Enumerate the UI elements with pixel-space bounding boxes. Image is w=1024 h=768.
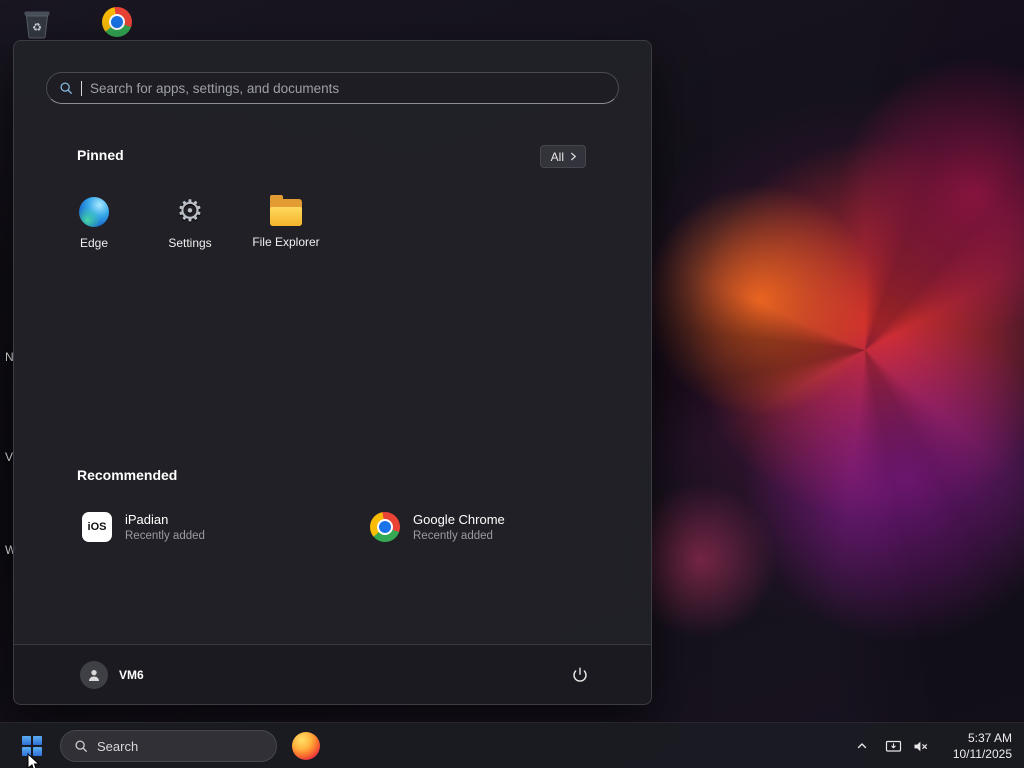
recommended-item-chrome[interactable]: Google Chrome Recently added <box>358 499 646 555</box>
text-caret <box>81 80 82 96</box>
recommended-item-text: Google Chrome Recently added <box>413 512 505 542</box>
recommended-item-text: iPadian Recently added <box>125 512 205 542</box>
recommended-section-title: Recommended <box>77 467 178 483</box>
start-menu-footer: VM6 <box>14 644 651 704</box>
recommended-item-title: iPadian <box>125 512 169 527</box>
screen: ♻ N V W Pinned All Edge <box>0 0 1024 768</box>
clock[interactable]: 5:37 AM 10/11/2025 <box>953 730 1012 762</box>
chrome-icon <box>370 512 400 542</box>
search-icon <box>75 740 87 752</box>
pinned-app-label: Settings <box>168 236 212 250</box>
recycle-bin-glyph: ♻ <box>24 11 50 39</box>
pinned-section-title: Pinned <box>77 147 124 163</box>
pinned-app-label: Edge <box>79 236 109 250</box>
power-button[interactable] <box>560 655 600 695</box>
user-name: VM6 <box>119 668 144 682</box>
desktop-icon-label-fragment: V <box>5 450 14 464</box>
pinned-all-button[interactable]: All <box>539 145 586 168</box>
tray-display-button[interactable] <box>879 732 907 760</box>
pinned-app-file-explorer[interactable]: File Explorer <box>238 187 334 269</box>
volume-muted-icon <box>914 741 927 751</box>
start-menu: Pinned All Edge ⚙ Settings File Explorer <box>13 40 652 705</box>
recommended-item-title: Google Chrome <box>413 512 505 527</box>
display-arrow-icon <box>885 740 901 752</box>
pinned-app-edge[interactable]: Edge <box>46 187 142 269</box>
pinned-app-settings[interactable]: ⚙ Settings <box>142 187 238 269</box>
user-profile-button[interactable]: VM6 <box>72 655 152 695</box>
firefox-taskbar-button[interactable] <box>286 726 326 766</box>
ios-icon: iOS <box>82 512 112 542</box>
chrome-logo-icon <box>102 7 132 37</box>
recommended-item-ipadian[interactable]: iOS iPadian Recently added <box>70 499 358 555</box>
mouse-cursor <box>27 753 41 768</box>
edge-icon <box>79 197 109 227</box>
taskbar-search-box[interactable]: Search <box>60 730 277 762</box>
svg-text:♻: ♻ <box>32 22 42 34</box>
firefox-icon <box>292 732 320 760</box>
pinned-apps-grid: Edge ⚙ Settings File Explorer <box>46 187 334 269</box>
clock-date: 10/11/2025 <box>952 747 1012 761</box>
recommended-item-subtitle: Recently added <box>125 530 205 542</box>
chevron-right-icon <box>571 152 576 161</box>
pinned-app-label: File Explorer <box>252 235 320 249</box>
recycle-bin-icon[interactable]: ♻ <box>22 6 52 40</box>
start-search-input[interactable] <box>90 80 606 96</box>
tray-chevron-button[interactable] <box>848 732 876 760</box>
all-button-label: All <box>550 149 564 164</box>
search-icon <box>60 82 72 94</box>
taskbar: Search 5:37 AM 10/11/2025 <box>0 722 1024 768</box>
person-icon <box>89 670 99 681</box>
gear-icon: ⚙ <box>176 195 204 228</box>
folder-icon <box>270 195 302 226</box>
tray-volume-button[interactable] <box>906 732 934 760</box>
recommended-item-subtitle: Recently added <box>413 530 493 542</box>
clock-time: 5:37 AM <box>967 731 1012 745</box>
taskbar-search-label: Search <box>97 738 139 754</box>
start-search-box[interactable] <box>46 72 619 104</box>
user-avatar <box>80 661 108 689</box>
chevron-up-icon <box>857 743 867 749</box>
power-icon <box>573 667 587 682</box>
chrome-desktop-icon[interactable] <box>102 7 132 37</box>
